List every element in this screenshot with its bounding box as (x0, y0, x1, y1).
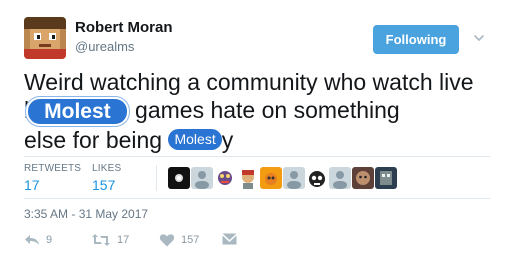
direct-message-button[interactable] (222, 233, 237, 245)
liker-avatar-5[interactable] (260, 167, 282, 189)
liker-avatar-3[interactable] (214, 167, 236, 189)
divider-bottom (24, 198, 490, 199)
retweet-count: 17 (117, 234, 130, 246)
like-count: 157 (181, 234, 200, 246)
tweet-text: Weird watching a community who watch liv… (24, 68, 494, 154)
retweet-icon (91, 233, 111, 247)
chevron-down-icon[interactable] (472, 31, 486, 45)
reply-button[interactable]: 9 (24, 233, 52, 247)
tweet-line-3-prefix: else for being (24, 127, 169, 153)
liker-avatar-10[interactable] (375, 167, 397, 189)
tweet-line-2-rest: games hate on something (128, 97, 400, 123)
likes-count[interactable]: 157 (92, 177, 115, 193)
liker-avatar-default[interactable] (283, 167, 305, 189)
retweets-label[interactable]: RETWEETS (24, 163, 81, 174)
reply-icon (24, 233, 40, 247)
reply-count: 9 (46, 234, 53, 246)
liker-avatar-9[interactable] (352, 167, 374, 189)
liker-avatar-4[interactable] (237, 167, 259, 189)
likes-label[interactable]: LIKES (92, 163, 121, 174)
like-button[interactable]: 157 (159, 233, 199, 247)
liker-avatar-7[interactable] (306, 167, 328, 189)
censor-overlay-small: Molest (168, 129, 222, 150)
tweet-timestamp[interactable]: 3:35 AM - 31 May 2017 (24, 207, 148, 221)
retweet-button[interactable]: 17 (91, 233, 129, 247)
tweet-line-2: lMolest games hate on something (24, 96, 494, 126)
author-handle[interactable]: @urealms (75, 39, 134, 54)
tweet-line-1: Weird watching a community who watch liv… (24, 69, 474, 95)
stats-separator (156, 165, 157, 191)
retweets-count[interactable]: 17 (24, 177, 40, 193)
author-avatar[interactable] (24, 17, 66, 59)
liker-avatar-default[interactable] (191, 167, 213, 189)
liker-avatars (168, 167, 397, 189)
heart-icon (159, 233, 175, 247)
divider-top (24, 156, 490, 157)
tweet-line-3: else for being Molest y (24, 126, 494, 154)
tweet-line-3-suffix: y (221, 127, 234, 153)
envelope-icon (222, 233, 237, 245)
liker-avatar-default[interactable] (329, 167, 351, 189)
censor-overlay-large: Molest (26, 97, 129, 126)
following-button[interactable]: Following (373, 25, 459, 54)
author-name[interactable]: Robert Moran (75, 19, 173, 36)
liker-avatar-1[interactable] (168, 167, 190, 189)
